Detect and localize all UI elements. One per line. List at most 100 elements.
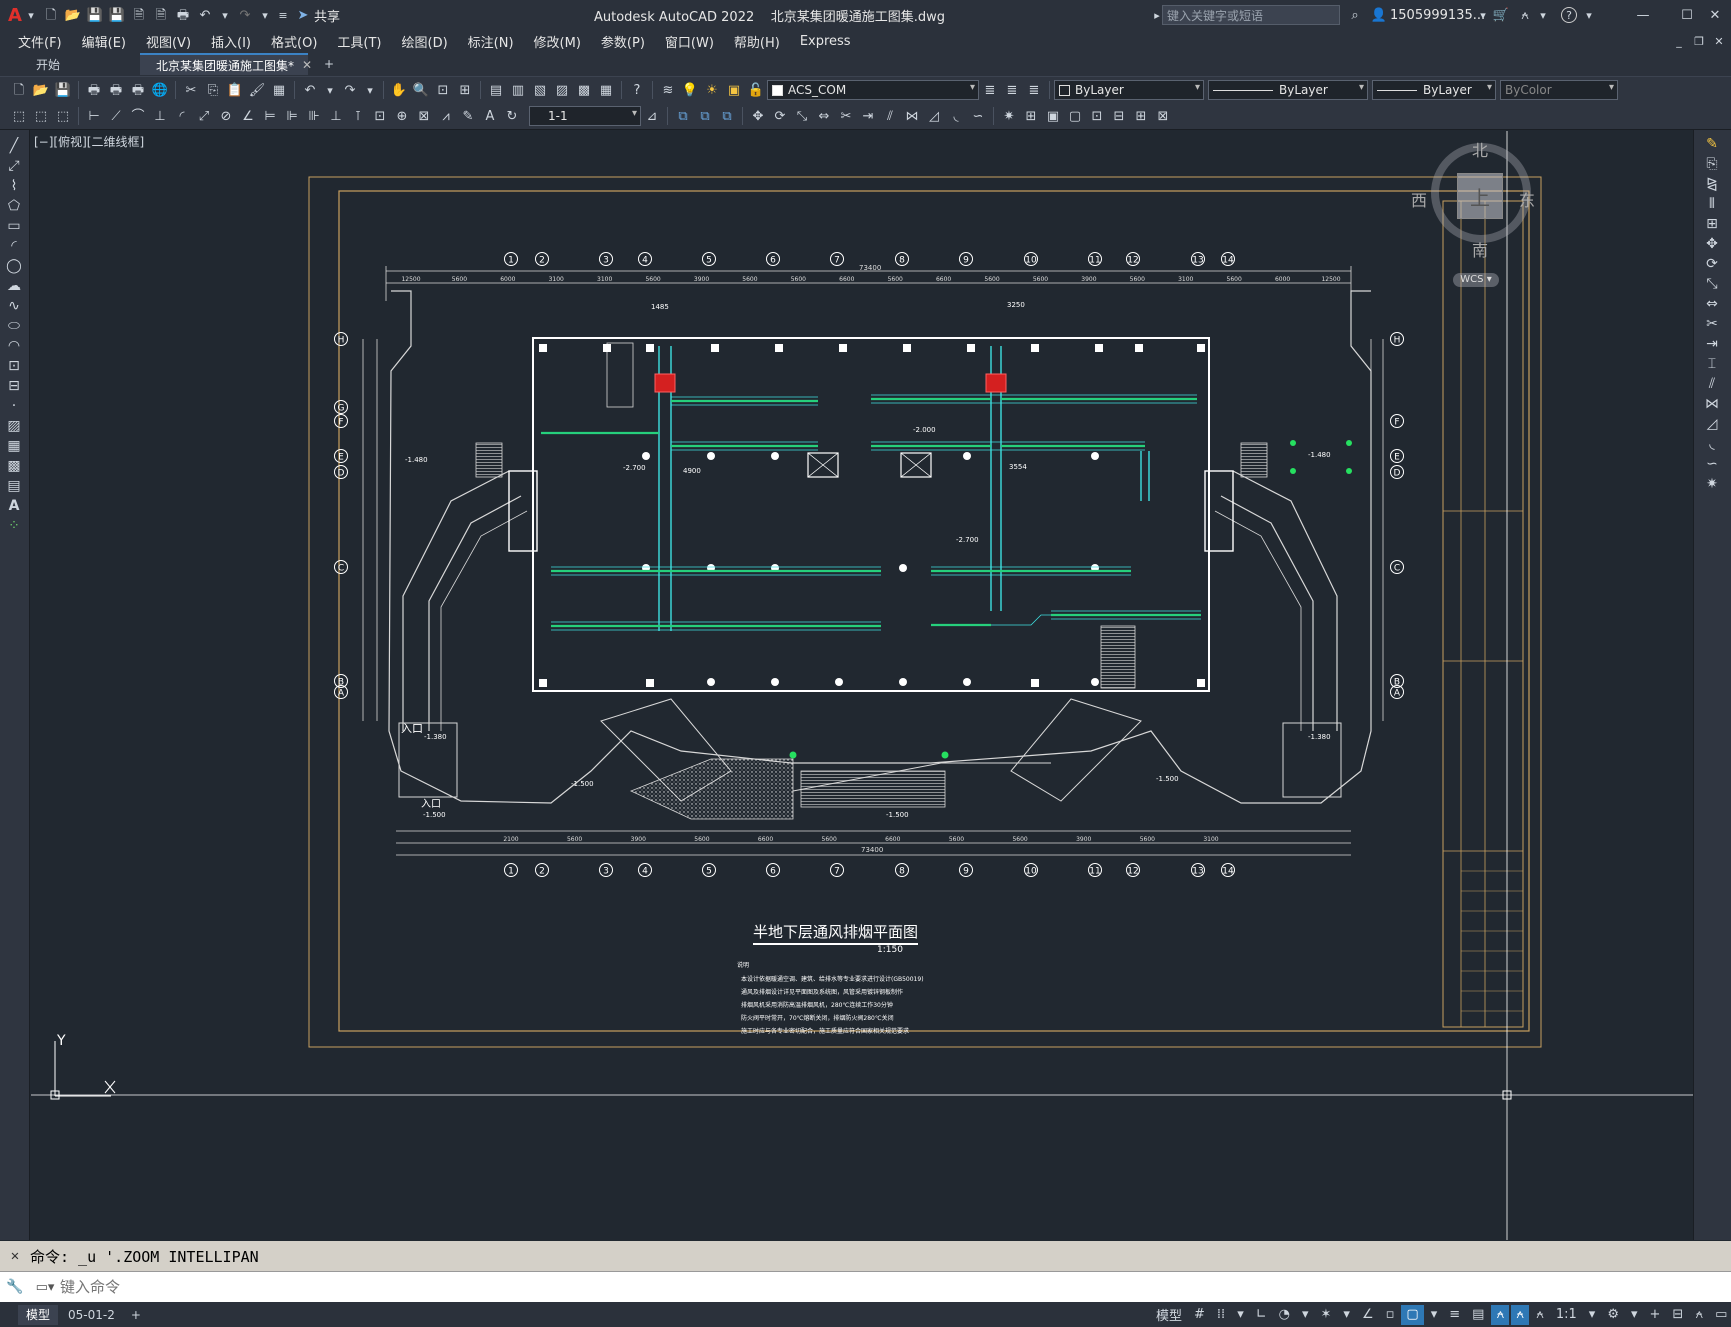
break-icon[interactable]: ⫽: [880, 106, 900, 126]
menu-help[interactable]: 帮助(H): [724, 32, 790, 51]
snap-icon[interactable]: ⁞⁞: [1212, 1305, 1230, 1325]
move-icon[interactable]: ✥: [748, 106, 768, 126]
user-name[interactable]: 1505999135...: [1390, 8, 1485, 23]
object-snap-tracking-icon[interactable]: ∠: [1357, 1305, 1379, 1325]
circle-icon[interactable]: ◯: [0, 256, 28, 276]
explode-icon[interactable]: ✷: [1698, 474, 1726, 494]
plot-icon[interactable]: 🖶: [84, 80, 104, 100]
dim-ordinate-icon[interactable]: ⊥: [150, 106, 170, 126]
construction-line-icon[interactable]: ⤢: [0, 156, 28, 176]
dim-aligned-icon[interactable]: ⟋: [106, 106, 126, 126]
attribute-icon[interactable]: ⊞: [1131, 106, 1151, 126]
dim-continue-icon[interactable]: ⊪: [304, 106, 324, 126]
quick-properties-icon[interactable]: ⍲: [1690, 1305, 1708, 1325]
rotate-icon[interactable]: ⟳: [1698, 254, 1726, 274]
quick-dim-icon[interactable]: ⊨: [260, 106, 280, 126]
save-web-icon[interactable]: 🗎: [151, 5, 171, 25]
menu-tools[interactable]: 工具(T): [327, 32, 391, 51]
save-icon[interactable]: 💾: [85, 5, 105, 25]
ellipse-arc-icon[interactable]: ◠: [0, 336, 28, 356]
scale-dropdown-icon[interactable]: ▾: [1584, 1305, 1601, 1325]
multiline-text-icon[interactable]: A: [0, 496, 28, 516]
add-icon[interactable]: +: [1645, 1305, 1666, 1325]
object-snap-toggle-icon[interactable]: ▢: [1401, 1304, 1424, 1325]
tool-a-icon[interactable]: ⬚: [9, 106, 29, 126]
mirror-icon[interactable]: ⧉: [695, 106, 715, 126]
grid-icon[interactable]: #: [1189, 1305, 1210, 1325]
region-icon[interactable]: ▩: [0, 456, 28, 476]
viewcube-face-top[interactable]: 上: [1457, 173, 1503, 219]
redo-dropdown-icon[interactable]: ▾: [257, 5, 273, 25]
minimize-icon[interactable]: —: [1633, 5, 1653, 25]
paste-icon[interactable]: 📋: [225, 80, 245, 100]
hatch-icon[interactable]: ▨: [0, 416, 28, 436]
tool-palettes-icon[interactable]: ▧: [530, 80, 550, 100]
compass-east[interactable]: 东: [1519, 187, 1535, 211]
move-icon[interactable]: ✥: [1698, 234, 1726, 254]
menu-file[interactable]: 文件(F): [8, 32, 72, 51]
menu-edit[interactable]: 编辑(E): [72, 32, 136, 51]
customize-qat-icon[interactable]: ≡: [275, 5, 291, 25]
share-button[interactable]: 共享: [314, 6, 340, 25]
layer-viewport-icon[interactable]: ▣: [724, 80, 744, 100]
block-editor-icon[interactable]: ▦: [269, 80, 289, 100]
ungroup-icon[interactable]: ▢: [1065, 106, 1085, 126]
trim-icon[interactable]: ✂: [836, 106, 856, 126]
join-icon[interactable]: ⋈: [1698, 394, 1726, 414]
layer-freeze-icon[interactable]: ☀: [702, 80, 722, 100]
rectangle-icon[interactable]: ▭: [0, 216, 28, 236]
transparency-icon[interactable]: ▤: [1467, 1305, 1489, 1325]
blend-icon[interactable]: ∽: [968, 106, 988, 126]
menu-dimension[interactable]: 标注(N): [458, 32, 524, 51]
insert-block-icon[interactable]: ⊡: [0, 356, 28, 376]
stretch-icon[interactable]: ⇔: [1698, 294, 1726, 314]
extend-icon[interactable]: ⇥: [1698, 334, 1726, 354]
dim-radius-icon[interactable]: ◜: [172, 106, 192, 126]
layer-previous-icon[interactable]: ≣: [1002, 80, 1022, 100]
copy-icon[interactable]: ⎘: [1698, 154, 1726, 174]
dim-edit-icon[interactable]: ✎: [458, 106, 478, 126]
plot-preview-icon[interactable]: 🖶: [106, 80, 126, 100]
menu-window[interactable]: 窗口(W): [655, 32, 724, 51]
polyline-icon[interactable]: ⌇: [0, 176, 28, 196]
markup-icon[interactable]: ▩: [574, 80, 594, 100]
ortho-icon[interactable]: ∟: [1251, 1305, 1272, 1325]
zoom-previous-icon[interactable]: ⊞: [455, 80, 475, 100]
tab-document[interactable]: 北京某集团暖通施工图集* ✕: [140, 53, 312, 75]
calculator-icon[interactable]: ▦: [596, 80, 616, 100]
offset-icon[interactable]: ⧉: [717, 106, 737, 126]
revision-cloud-icon[interactable]: ☁: [0, 276, 28, 296]
workspace-gear-icon[interactable]: ⚙: [1602, 1305, 1624, 1325]
user-icon[interactable]: 👤: [1369, 5, 1389, 25]
dim-angular-icon[interactable]: ∠: [238, 106, 258, 126]
copy-icon[interactable]: ⎘: [203, 80, 223, 100]
layer-lock-icon[interactable]: 🔓: [746, 80, 766, 100]
doc-minimize-icon[interactable]: _: [1671, 31, 1687, 51]
dim-update-icon[interactable]: ↻: [502, 106, 522, 126]
make-current-layer-icon[interactable]: ≣: [980, 80, 1000, 100]
workspace-dropdown-icon[interactable]: ▾: [1626, 1305, 1643, 1325]
inspect-icon[interactable]: ⊠: [414, 106, 434, 126]
help-icon[interactable]: ?: [627, 80, 647, 100]
new-tab-button[interactable]: +: [308, 53, 350, 75]
save-icon[interactable]: 💾: [53, 80, 73, 100]
tool-b-icon[interactable]: ⬚: [31, 106, 51, 126]
dim-baseline-icon[interactable]: ⊫: [282, 106, 302, 126]
erase-icon[interactable]: ✎: [1698, 134, 1726, 154]
dim-jogged-icon[interactable]: ⤢: [194, 106, 214, 126]
lineweight-icon[interactable]: ≡: [1444, 1305, 1465, 1325]
layout-tab-05-01-2[interactable]: 05-01-2: [58, 1305, 125, 1325]
viewcube[interactable]: 上 北 南 西 东 WCS ▾: [1411, 135, 1537, 287]
maximize-icon[interactable]: ☐: [1677, 5, 1697, 25]
redo-dropdown-icon[interactable]: ▾: [362, 80, 378, 100]
add-selected-icon[interactable]: ⁘: [0, 516, 28, 536]
array-icon[interactable]: ⊞: [1021, 106, 1041, 126]
ellipse-icon[interactable]: ⬭: [0, 316, 28, 336]
graphics-icon[interactable]: ▭: [1710, 1305, 1731, 1325]
make-block-icon[interactable]: ⊟: [1109, 106, 1129, 126]
xref-icon[interactable]: ⊠: [1153, 106, 1173, 126]
table-icon[interactable]: ▤: [0, 476, 28, 496]
properties-icon[interactable]: ▤: [486, 80, 506, 100]
stretch-icon[interactable]: ⇔: [814, 106, 834, 126]
polar-dropdown-icon[interactable]: ▾: [1297, 1305, 1314, 1325]
